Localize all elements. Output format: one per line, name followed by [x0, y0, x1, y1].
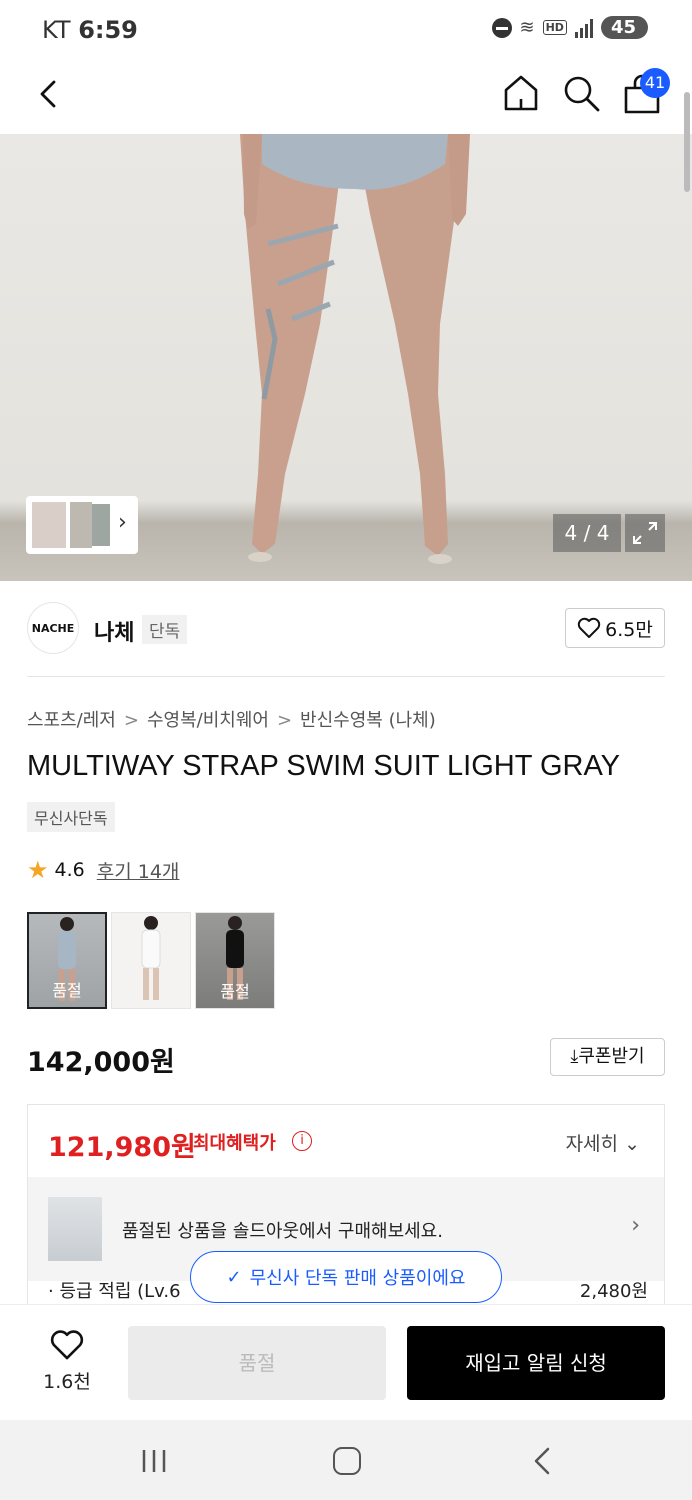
brand-like-button[interactable]: 6.5만 — [565, 608, 665, 648]
max-benefit-price: 121,980원 — [48, 1132, 196, 1163]
toast-text: 무신사 단독 판매 상품이에요 — [249, 1268, 466, 1289]
brand-like-count: 6.5만 — [605, 618, 653, 641]
product-rating: ★ 4.6 후기 14개 — [27, 856, 179, 884]
exclusive-tag: 단독 — [142, 615, 188, 644]
status-carrier: KT 6:59 — [42, 16, 138, 44]
chevron-down-icon: ⌄ — [624, 1133, 640, 1155]
brand-logo[interactable]: NACHE — [27, 602, 79, 654]
status-time: 6:59 — [78, 16, 138, 44]
benefit-detail-toggle[interactable]: 자세히 ⌄ — [566, 1129, 640, 1156]
chevron-right-icon: › — [118, 510, 127, 535]
product-price: 142,000원 — [27, 1047, 175, 1078]
gallery-thumbnail-strip[interactable]: › — [26, 496, 138, 554]
status-icons: ≋ HD 45 — [491, 16, 648, 39]
back-nav-icon[interactable] — [528, 1446, 556, 1476]
check-icon: ✓ — [226, 1266, 242, 1288]
purchase-bar: 1.6천 품절 재입고 알림 신청 — [0, 1304, 692, 1420]
home-nav-icon[interactable] — [333, 1447, 361, 1475]
page-scrollbar[interactable] — [684, 92, 690, 192]
variant-model-image — [141, 916, 161, 1000]
color-variant-option[interactable]: 품절 — [195, 912, 275, 1009]
chevron-right-icon: > — [123, 710, 139, 731]
battery-icon: 45 — [600, 16, 648, 39]
status-bar: KT 6:59 ≋ HD 45 — [0, 0, 692, 62]
reviews-link[interactable]: 후기 14개 — [97, 857, 180, 884]
heart-icon — [50, 1330, 84, 1360]
wishlist-button[interactable]: 1.6천 — [34, 1329, 100, 1394]
breadcrumb: 스포츠/레저 > 수영복/비치웨어 > 반신수영복 (나체) — [27, 706, 436, 732]
do-not-disturb-icon — [491, 17, 512, 38]
color-variant-option[interactable] — [111, 912, 191, 1009]
breadcrumb-item[interactable]: 수영복/비치웨어 — [147, 710, 269, 731]
gallery-counter: 4 / 4 — [553, 514, 621, 552]
max-benefit-label: 최대혜택가 — [193, 1133, 276, 1154]
app-header: 41 — [0, 62, 692, 134]
search-icon[interactable] — [560, 72, 602, 114]
exclusive-badge: 무신사단독 — [27, 802, 115, 832]
soldout-label: 품절 — [52, 981, 82, 1000]
chevron-right-icon: › — [631, 1213, 640, 1238]
back-icon[interactable] — [30, 74, 70, 114]
divider — [27, 676, 665, 677]
signal-icon — [574, 18, 593, 38]
brand-name[interactable]: 나체 — [94, 615, 134, 647]
expand-icon[interactable] — [625, 514, 665, 552]
wishlist-count: 1.6천 — [43, 1371, 91, 1393]
breadcrumb-item[interactable]: 반신수영복 (나체) — [300, 710, 436, 731]
soldout-banner-text: 품절된 상품을 솔드아웃에서 구매해보세요. — [122, 1221, 443, 1242]
benefit-line-value: 2,480원 — [579, 1281, 648, 1302]
star-icon: ★ — [27, 856, 49, 884]
detail-label: 자세히 — [565, 1133, 619, 1155]
wifi-icon: ≋ — [519, 17, 535, 38]
recent-apps-icon[interactable] — [140, 1448, 168, 1474]
product-main-image[interactable]: › 4 / 4 — [0, 134, 692, 581]
exclusive-sale-toast: ✓ 무신사 단독 판매 상품이에요 — [190, 1251, 502, 1303]
get-coupon-button[interactable]: ⤓쿠폰받기 — [550, 1038, 665, 1076]
restock-alert-button[interactable]: 재입고 알림 신청 — [407, 1326, 665, 1400]
product-title: MULTIWAY STRAP SWIM SUIT LIGHT GRAY — [27, 750, 620, 782]
info-icon[interactable]: i — [292, 1131, 312, 1151]
soldout-label: 품절 — [220, 982, 250, 1001]
hd-voice-icon: HD — [542, 20, 567, 35]
cart-count-badge: 41 — [640, 68, 670, 98]
chevron-right-icon: > — [276, 710, 293, 731]
breadcrumb-item[interactable]: 스포츠/레저 — [27, 710, 116, 731]
system-navigation-bar — [0, 1420, 692, 1500]
carrier-name: KT — [42, 16, 71, 44]
soldout-product-thumbnail — [48, 1197, 102, 1261]
home-icon[interactable] — [500, 72, 542, 114]
color-variant-option[interactable]: 품절 — [27, 912, 107, 1009]
rating-score: 4.6 — [54, 859, 85, 881]
heart-icon — [577, 617, 601, 638]
benefit-line-label: · 등급 적립 (Lv.6 — [48, 1281, 181, 1302]
coupon-label: 쿠폰받기 — [578, 1046, 645, 1067]
soldout-button[interactable]: 품절 — [128, 1326, 386, 1400]
